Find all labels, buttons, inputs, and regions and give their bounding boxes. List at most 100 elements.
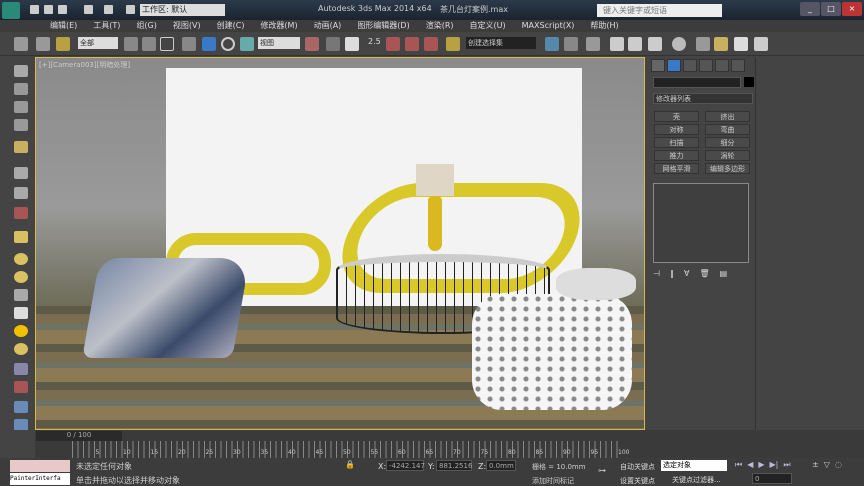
light-icon[interactable]: [14, 325, 28, 337]
key-filters-button[interactable]: 关键点过滤器...: [672, 475, 721, 485]
shapes-icon[interactable]: [14, 167, 28, 179]
play-icon[interactable]: ▶: [758, 460, 764, 470]
motion-tab-icon[interactable]: [699, 59, 713, 72]
display-tab-icon[interactable]: [715, 59, 729, 72]
layer-icon[interactable]: [14, 101, 28, 113]
menu-customize[interactable]: 自定义(U): [462, 20, 514, 32]
layer-manager-icon[interactable]: [586, 37, 600, 51]
edit-poly-button[interactable]: 编辑多边形: [705, 163, 750, 174]
menu-group[interactable]: 组(G): [128, 20, 164, 32]
orbit-nav-icon[interactable]: ◌: [835, 460, 842, 469]
select-rotate-icon[interactable]: [221, 37, 235, 51]
menu-help[interactable]: 帮助(H): [582, 20, 626, 32]
object-color-swatch[interactable]: [744, 77, 754, 87]
previous-frame-icon[interactable]: ◀: [747, 460, 753, 470]
next-frame-icon[interactable]: ▶|: [770, 460, 779, 470]
create-tab-icon[interactable]: [651, 59, 665, 72]
render-production-icon[interactable]: [734, 37, 748, 51]
sphere-icon[interactable]: [14, 253, 28, 265]
bend-button[interactable]: 弯曲: [705, 124, 750, 135]
particles-icon[interactable]: [14, 207, 28, 219]
redo-icon[interactable]: [104, 5, 113, 14]
explorer-icon[interactable]: [14, 119, 28, 131]
configure-sets-icon[interactable]: ▤: [720, 269, 728, 279]
render-setup-icon[interactable]: [696, 37, 710, 51]
app-logo-icon[interactable]: [2, 2, 20, 19]
graphite-toggle-icon[interactable]: [610, 37, 624, 51]
meshsmooth-button[interactable]: 网格平滑: [654, 163, 699, 174]
undo-icon[interactable]: [84, 5, 93, 14]
y-coord-field[interactable]: 881.2516: [436, 460, 472, 471]
subdivide-button[interactable]: 细分: [705, 137, 750, 148]
turbosmooth-button[interactable]: 涡轮: [705, 150, 750, 161]
keyboard-shortcut-icon[interactable]: [345, 37, 359, 51]
unlink-icon[interactable]: [36, 37, 50, 51]
menu-graph-editors[interactable]: 图形编辑器(D): [349, 20, 417, 32]
menu-tools[interactable]: 工具(T): [85, 20, 128, 32]
menu-maxscript[interactable]: MAXScript(X): [514, 20, 583, 32]
save-file-icon[interactable]: [58, 5, 67, 14]
rendered-frame-icon[interactable]: [714, 37, 728, 51]
hierarchy-tab-icon[interactable]: [683, 59, 697, 72]
camera-icon[interactable]: [14, 307, 28, 319]
maximize-button[interactable]: □: [821, 2, 841, 16]
select-move-icon[interactable]: [202, 37, 216, 51]
new-file-icon[interactable]: [30, 5, 39, 14]
box-icon[interactable]: [14, 141, 28, 153]
select-scale-icon[interactable]: [240, 37, 254, 51]
remove-modifier-icon[interactable]: 🗑: [699, 269, 709, 279]
menu-rendering[interactable]: 渲染(R): [418, 20, 462, 32]
shell-button[interactable]: 壳: [654, 111, 699, 122]
align-icon[interactable]: [564, 37, 578, 51]
camera-viewport[interactable]: [+][Camera003][明暗处理]: [35, 57, 645, 430]
select-by-name-icon[interactable]: [142, 37, 156, 51]
render-teapot-icon[interactable]: [754, 37, 768, 51]
plane-icon[interactable]: [14, 231, 28, 243]
curve-editor-icon[interactable]: [628, 37, 642, 51]
search-input[interactable]: 键入关键字或短语: [597, 4, 722, 17]
push-button[interactable]: 推力: [654, 150, 699, 161]
extrude-button[interactable]: 挤出: [705, 111, 750, 122]
script-label[interactable]: PainterInterfa: [10, 473, 70, 485]
symmetry-button[interactable]: 对称: [654, 124, 699, 135]
rect-selection-icon[interactable]: [160, 37, 174, 51]
go-to-start-icon[interactable]: ⏮: [735, 460, 742, 470]
material-editor-icon[interactable]: [672, 37, 686, 51]
make-unique-icon[interactable]: ∀: [684, 269, 689, 279]
modifier-stack[interactable]: [653, 183, 749, 263]
orbit-icon[interactable]: [14, 65, 28, 77]
cone-icon[interactable]: [14, 289, 28, 301]
menu-views[interactable]: 视图(V): [165, 20, 209, 32]
systems-icon[interactable]: [14, 401, 28, 413]
time-slider[interactable]: 0 / 100: [36, 431, 122, 441]
key-mode-dropdown[interactable]: 选定对象: [661, 460, 727, 471]
zoom-icon[interactable]: ±: [812, 460, 819, 469]
named-selection-dropdown[interactable]: 创建选择集: [466, 37, 536, 49]
viewport-icon[interactable]: [14, 83, 28, 95]
selection-filter-dropdown[interactable]: 全部: [78, 37, 118, 49]
utilities-tab-icon[interactable]: [731, 59, 745, 72]
window-crossing-icon[interactable]: [182, 37, 196, 51]
cylinder-icon[interactable]: [14, 271, 28, 283]
spinner-snap-icon[interactable]: [424, 37, 438, 51]
edit-named-selection-icon[interactable]: [446, 37, 460, 51]
menu-animation[interactable]: 动画(A): [306, 20, 350, 32]
select-object-icon[interactable]: [124, 37, 138, 51]
reference-coord-dropdown[interactable]: 视图: [258, 37, 300, 49]
object-name-field[interactable]: [653, 77, 741, 88]
angle-snap-icon[interactable]: [386, 37, 400, 51]
x-coord-field[interactable]: -4242.147: [386, 460, 425, 471]
spacewarp-icon[interactable]: [14, 381, 28, 393]
workspace-dropdown[interactable]: 工作区: 默认: [140, 4, 225, 16]
link-icon[interactable]: [14, 37, 28, 51]
key-icon[interactable]: ⊶: [598, 466, 606, 475]
pin-stack-icon[interactable]: ⊣: [653, 269, 660, 279]
modify-tab-icon[interactable]: [667, 59, 681, 72]
torus-icon[interactable]: [14, 343, 28, 355]
go-to-end-icon[interactable]: ⏭: [783, 460, 790, 470]
menu-modifiers[interactable]: 修改器(M): [252, 20, 305, 32]
pivot-center-icon[interactable]: [305, 37, 319, 51]
z-coord-field[interactable]: 0.0mm: [486, 460, 516, 471]
snap-toggle-label[interactable]: 2.5: [368, 37, 381, 46]
lock-selection-icon[interactable]: 🔒: [345, 460, 355, 469]
